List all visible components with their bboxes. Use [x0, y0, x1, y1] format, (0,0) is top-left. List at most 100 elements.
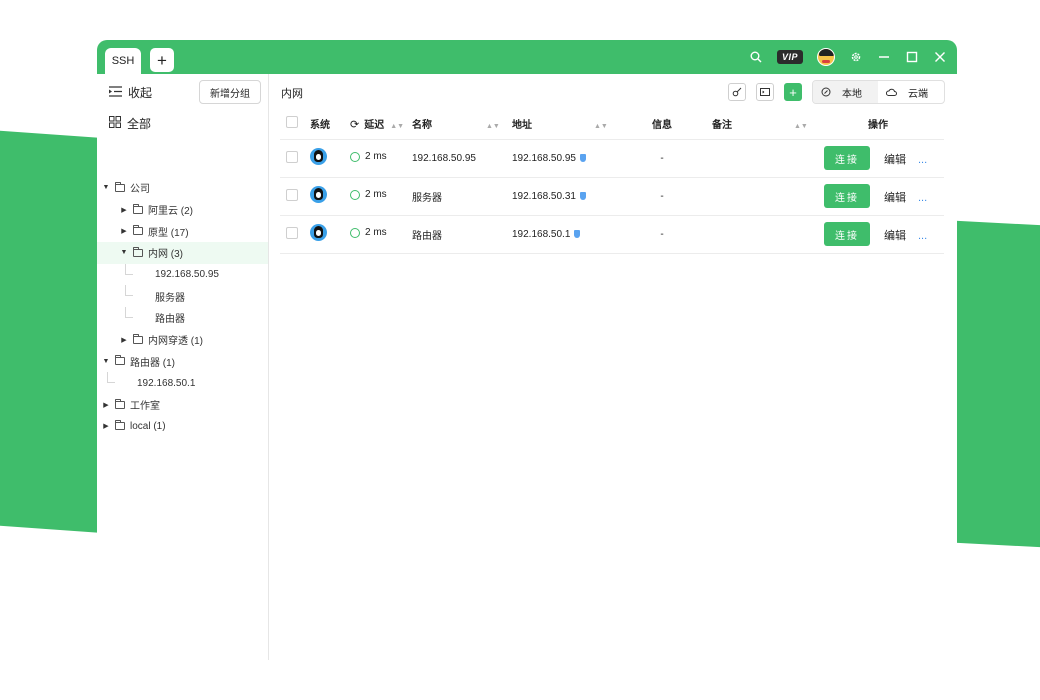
- host-info: -: [612, 215, 712, 254]
- edit-button[interactable]: 编辑: [884, 192, 906, 204]
- caret-right-icon[interactable]: ▶: [119, 336, 129, 344]
- col-address[interactable]: 地址 ▲▼: [512, 109, 612, 140]
- vip-badge[interactable]: VIP: [776, 50, 803, 64]
- host-name: 192.168.50.95: [412, 139, 512, 178]
- table-row[interactable]: 2 ms 路由器 192.168.50.1 - 连接 编辑...: [280, 215, 944, 254]
- key-button[interactable]: [728, 83, 746, 101]
- breadcrumb: 内网: [281, 88, 303, 100]
- caret-right-icon[interactable]: ▶: [119, 227, 129, 235]
- maximize-icon[interactable]: [905, 50, 919, 64]
- tree-group-item[interactable]: ▶ 内网穿透 (1): [97, 329, 268, 351]
- more-button[interactable]: ...: [918, 154, 927, 166]
- connect-button[interactable]: 连接: [824, 184, 870, 208]
- storage-toggle: 本地 云端: [812, 80, 945, 104]
- tree-connector: [125, 263, 133, 275]
- tree-host-item[interactable]: 192.168.50.1: [97, 372, 268, 394]
- sort-icon[interactable]: ▲▼: [390, 123, 404, 130]
- tree-item-label: 服务器: [155, 292, 185, 304]
- edit-button[interactable]: 编辑: [884, 230, 906, 242]
- row-checkbox[interactable]: [286, 188, 298, 201]
- tree-group-item[interactable]: ▼ 路由器 (1): [97, 351, 268, 373]
- linux-icon: [310, 224, 327, 241]
- tab-ssh[interactable]: SSH: [105, 48, 141, 74]
- latency-value: 2 ms: [365, 189, 387, 201]
- collapse-button[interactable]: 收起: [109, 84, 152, 101]
- host-name: 服务器: [412, 177, 512, 216]
- grid-icon: [109, 116, 121, 131]
- host-info: -: [612, 177, 712, 216]
- tree-item-label: 内网 (3): [148, 249, 183, 261]
- sort-icon[interactable]: ▲▼: [486, 123, 500, 130]
- terminal-button[interactable]: [756, 83, 774, 101]
- table-row[interactable]: 2 ms 服务器 192.168.50.31 - 连接 编辑...: [280, 177, 944, 216]
- more-button[interactable]: ...: [918, 230, 927, 242]
- caret-right-icon[interactable]: ▶: [101, 401, 111, 409]
- tree-group-item[interactable]: ▼ 内网 (3): [97, 242, 268, 264]
- row-checkbox[interactable]: [286, 150, 298, 163]
- tree-item-label: local (1): [130, 420, 166, 432]
- collapse-label: 收起: [128, 86, 153, 100]
- tree-group-item[interactable]: ▼ 公司: [97, 177, 268, 199]
- row-checkbox[interactable]: [286, 226, 298, 239]
- tree-host-item[interactable]: 192.168.50.95: [97, 263, 268, 286]
- caret-right-icon[interactable]: ▶: [119, 206, 129, 214]
- caret-down-icon[interactable]: ▼: [101, 358, 111, 365]
- sort-icon[interactable]: ▲▼: [794, 123, 808, 130]
- connect-button[interactable]: 连接: [824, 222, 870, 246]
- more-button[interactable]: ...: [918, 192, 927, 204]
- table-row[interactable]: 2 ms 192.168.50.95 192.168.50.95 - 连接 编辑...: [280, 139, 944, 178]
- col-info: 信息: [612, 109, 712, 140]
- folder-icon: [133, 203, 143, 214]
- status-ok-icon: [350, 227, 360, 238]
- folder-icon: [115, 398, 125, 409]
- local-toggle[interactable]: 本地: [813, 81, 878, 103]
- tree-group-item[interactable]: ▶ local (1): [97, 416, 268, 438]
- folder-icon: [133, 246, 143, 257]
- tree-host-item[interactable]: 路由器: [97, 307, 268, 329]
- tree-group-item[interactable]: ▶ 阿里云 (2): [97, 199, 268, 221]
- cloud-icon: [886, 88, 897, 96]
- col-latency[interactable]: ⟳ 延迟 ▲▼: [350, 109, 412, 140]
- shield-icon: [574, 229, 581, 238]
- new-group-button[interactable]: 新增分组: [199, 80, 261, 104]
- compass-icon: [821, 87, 831, 97]
- host-note: [712, 139, 812, 178]
- caret-right-icon[interactable]: ▶: [101, 422, 111, 430]
- tree-item-label: 192.168.50.95: [155, 269, 219, 281]
- avatar[interactable]: [817, 48, 835, 66]
- tree-item-label: 公司: [130, 184, 150, 196]
- tree-group-item[interactable]: ▶ 原型 (17): [97, 220, 268, 242]
- minimize-icon[interactable]: [877, 50, 891, 64]
- gear-icon[interactable]: [849, 50, 863, 64]
- host-info: -: [612, 139, 712, 178]
- col-note[interactable]: 备注 ▲▼: [712, 109, 812, 140]
- caret-down-icon[interactable]: ▼: [101, 184, 111, 191]
- host-address: 192.168.50.95: [512, 152, 576, 164]
- edit-button[interactable]: 编辑: [884, 154, 906, 166]
- host-address: 192.168.50.31: [512, 190, 576, 202]
- all-hosts-item[interactable]: 全部: [109, 115, 151, 132]
- close-icon[interactable]: [933, 50, 947, 64]
- sort-icon[interactable]: ▲▼: [594, 123, 608, 130]
- local-label: 本地: [842, 88, 862, 100]
- tree-group-item[interactable]: ▶ 工作室: [97, 394, 268, 416]
- tree-host-item[interactable]: 服务器: [97, 285, 268, 307]
- refresh-icon[interactable]: ⟳: [350, 119, 359, 131]
- linux-icon: [310, 148, 327, 165]
- app-window: SSH + VIP 收起 新增分组 全部 ▼ 公司 ▶ 阿里云 (2) ▶ 原型…: [97, 40, 957, 660]
- col-name[interactable]: 名称 ▲▼: [412, 109, 512, 140]
- add-host-button[interactable]: +: [784, 83, 802, 101]
- search-icon[interactable]: [749, 50, 763, 64]
- col-latency-label: 延迟: [364, 120, 385, 132]
- folder-icon: [115, 355, 125, 366]
- collapse-icon: [109, 85, 122, 100]
- main-panel: 内网 + 本地 云端 系统 ⟳ 延迟 ▲▼ 名称 ▲▼ 地址 ▲▼ 信息 备注 …: [270, 74, 957, 660]
- cloud-toggle[interactable]: 云端: [878, 81, 944, 103]
- select-all-checkbox[interactable]: [286, 116, 298, 129]
- connect-button[interactable]: 连接: [824, 146, 870, 170]
- add-tab-button[interactable]: +: [150, 48, 174, 72]
- folder-icon: [115, 181, 125, 192]
- host-address: 192.168.50.1: [512, 228, 571, 240]
- caret-down-icon[interactable]: ▼: [119, 249, 129, 256]
- host-note: [712, 177, 812, 216]
